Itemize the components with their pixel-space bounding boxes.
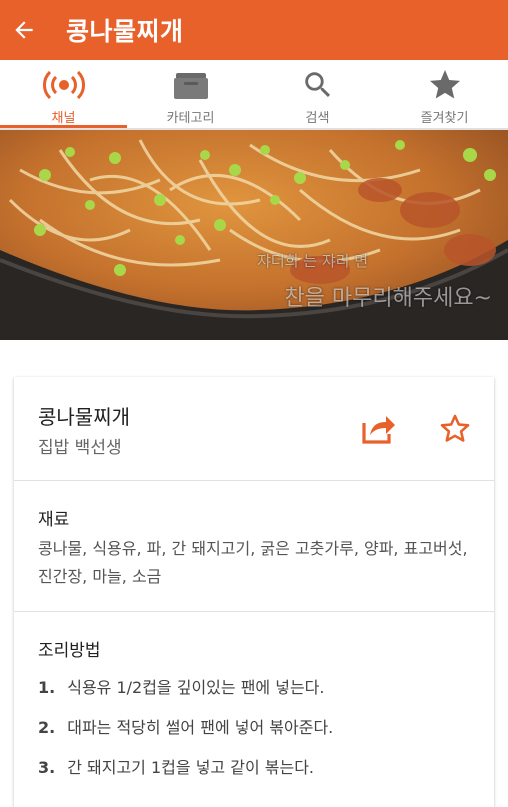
step-item: 3. 간 돼지고기 1컵을 넣고 같이 볶는다. — [38, 754, 314, 778]
app-bar: 콩나물찌개 — [0, 0, 508, 60]
video-caption: 찬을 마무리해주세요~ — [284, 286, 492, 311]
step-item: 2. 대파는 적당히 썰어 팬에 넣어 볶아준다. — [38, 714, 333, 738]
arrow-left-icon — [15, 21, 33, 39]
tab-label: 즐겨찾기 — [420, 111, 469, 126]
step-text: 식용유 1/2컵을 깊이있는 팬에 넣는다. — [67, 678, 325, 697]
tab-label: 검색 — [305, 111, 330, 126]
back-button[interactable] — [0, 0, 48, 60]
recipe-header: 콩나물찌개 집밥 백선생 — [14, 377, 494, 481]
tab-bar: 채널 카테고리 검색 즐겨찾기 — [0, 60, 508, 128]
step-item: 1. 식용유 1/2컵을 깊이있는 팬에 넣는다. — [38, 674, 324, 698]
step-number: 3. — [38, 758, 56, 777]
tab-channel[interactable]: 채널 — [0, 60, 127, 128]
step-text: 대파는 적당히 썰어 팬에 넣어 볶아준다. — [67, 718, 334, 737]
recipe-author: 집밥 백선생 — [38, 438, 122, 458]
tab-label: 카테고리 — [166, 111, 215, 126]
ingredients-section: 재료 콩나물, 식용유, 파, 간 돼지고기, 굵은 고춧가루, 양파, 표고버… — [14, 481, 494, 612]
star-outline-icon — [440, 414, 470, 442]
page-title: 콩나물찌개 — [66, 17, 184, 46]
step-number: 2. — [38, 718, 56, 737]
video-caption-small: 쟈더희 는 쟈리 면 — [257, 252, 368, 270]
folder-icon — [173, 73, 208, 99]
tab-search[interactable]: 검색 — [254, 60, 381, 128]
favorite-button[interactable] — [438, 412, 472, 446]
share-icon — [362, 416, 395, 444]
step-text: 간 돼지고기 1컵을 넣고 같이 볶는다. — [67, 758, 314, 777]
tab-favorites[interactable]: 즐겨찾기 — [381, 60, 508, 128]
tab-label: 채널 — [51, 111, 76, 126]
recipe-title: 콩나물찌개 — [38, 405, 130, 429]
search-icon — [304, 72, 330, 98]
tab-category[interactable]: 카테고리 — [127, 60, 254, 128]
broadcast-icon — [42, 70, 85, 100]
recipe-video[interactable]: 쟈더희 는 쟈리 면 찬을 마무리해주세요~ — [0, 130, 508, 340]
ingredients-heading: 재료 — [38, 510, 70, 530]
star-icon — [429, 70, 460, 99]
ingredients-list: 콩나물, 식용유, 파, 간 돼지고기, 굵은 고춧가루, 양파, 표고버섯, … — [38, 539, 468, 586]
method-heading: 조리방법 — [38, 641, 101, 661]
share-button[interactable] — [360, 413, 396, 445]
recipe-card: 콩나물찌개 집밥 백선생 재료 콩나물, 식용유, 파, 간 돼지고기, 굵은 … — [14, 377, 494, 807]
step-number: 1. — [38, 678, 56, 697]
